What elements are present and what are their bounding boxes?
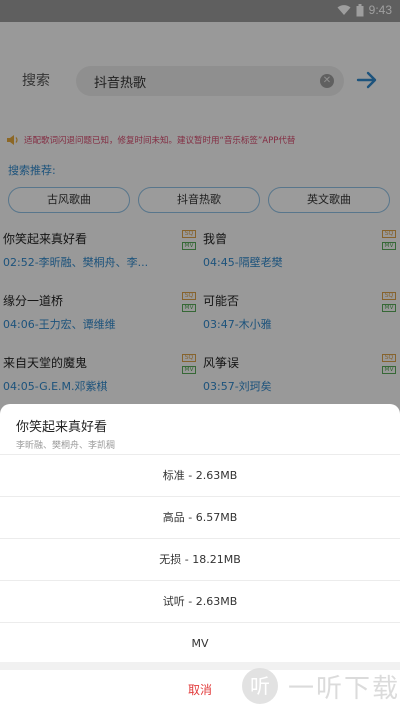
download-quality-sheet: 你笑起来真好看 李昕融、樊桐舟、李凯稠 标准 - 2.63MB 高品 - 6.5… xyxy=(0,404,400,710)
quality-option-high[interactable]: 高品 - 6.57MB xyxy=(0,496,400,538)
watermark-text: 一听下载 xyxy=(288,673,400,704)
sheet-song-title: 你笑起来真好看 xyxy=(16,420,108,435)
sheet-song-artists: 李昕融、樊桐舟、李凯稠 xyxy=(16,441,116,451)
watermark-logo: 听 xyxy=(242,668,278,704)
quality-option-mv[interactable]: MV xyxy=(0,622,400,664)
quality-option-standard[interactable]: 标准 - 2.63MB xyxy=(0,454,400,496)
watermark: 听 一听下载 xyxy=(242,666,400,706)
quality-option-lossless[interactable]: 无损 - 18.21MB xyxy=(0,538,400,580)
quality-option-preview[interactable]: 试听 - 2.63MB xyxy=(0,580,400,622)
